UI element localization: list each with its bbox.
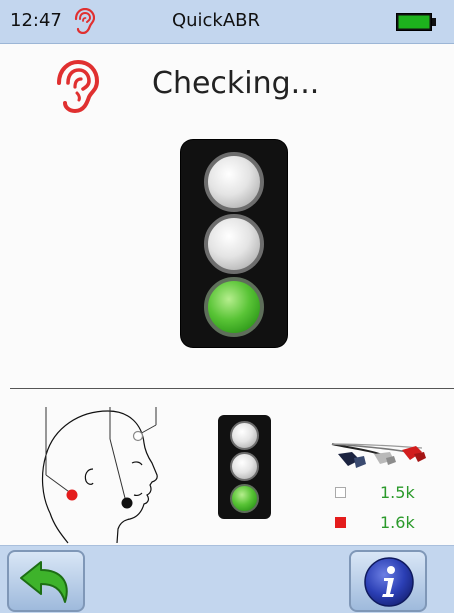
red-electrode-swatch	[335, 517, 346, 528]
impedance-value: 1.6k	[380, 513, 415, 532]
info-icon	[364, 557, 414, 607]
divider	[10, 388, 454, 389]
white-electrode-swatch	[335, 487, 346, 498]
back-arrow-icon	[20, 561, 68, 603]
back-button[interactable]	[7, 550, 85, 612]
impedance-value: 1.5k	[380, 483, 415, 502]
electrode-cables-icon	[331, 443, 426, 468]
traffic-light-indicator	[181, 140, 287, 347]
ear-icon	[74, 8, 95, 34]
electrode-impedance-red: 1.6k	[335, 513, 435, 533]
status-time: 12:47	[10, 10, 62, 31]
yellow-lamp-off	[230, 452, 259, 481]
electrode-impedance-white: 1.5k	[335, 483, 435, 503]
device-screen: 12:47 QuickABR Checking... 1.5k 1.6k	[0, 0, 454, 613]
bottom-toolbar	[0, 545, 454, 613]
status-heading: Checking...	[152, 66, 320, 101]
green-lamp-on	[204, 277, 264, 337]
status-bar: 12:47 QuickABR	[0, 0, 454, 44]
yellow-lamp-off	[204, 214, 264, 274]
red-lamp-off	[230, 421, 259, 450]
ear-icon	[57, 60, 100, 114]
battery-icon	[396, 13, 436, 31]
info-button[interactable]	[349, 550, 427, 612]
traffic-light-small	[218, 415, 271, 519]
head-electrode-diagram	[41, 407, 158, 544]
red-lamp-off	[204, 152, 264, 212]
green-lamp-on	[230, 484, 259, 513]
app-title: QuickABR	[171, 10, 261, 31]
